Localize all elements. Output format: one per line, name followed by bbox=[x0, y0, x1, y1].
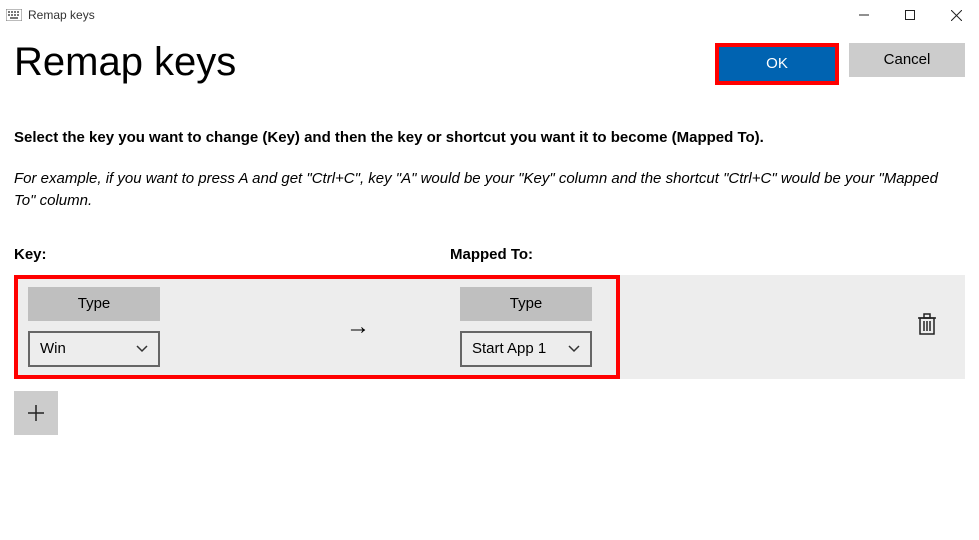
title-bar: Remap keys bbox=[0, 0, 979, 30]
key-dropdown[interactable]: Win bbox=[28, 331, 160, 367]
type-key-button[interactable]: Type bbox=[28, 287, 160, 321]
page-title: Remap keys bbox=[14, 40, 236, 85]
key-cell: Type Win bbox=[14, 287, 270, 367]
close-button[interactable] bbox=[933, 0, 979, 30]
cancel-button[interactable]: Cancel bbox=[849, 43, 965, 77]
maximize-button[interactable] bbox=[887, 0, 933, 30]
add-row-button[interactable] bbox=[14, 391, 58, 435]
window-controls bbox=[841, 0, 979, 30]
key-dropdown-value: Win bbox=[40, 340, 66, 357]
ok-button[interactable]: OK bbox=[719, 47, 835, 81]
column-header-mapped: Mapped To: bbox=[450, 246, 533, 263]
window-title: Remap keys bbox=[28, 8, 95, 22]
mapped-dropdown-value: Start App 1 bbox=[472, 340, 546, 357]
type-mapped-button[interactable]: Type bbox=[460, 287, 592, 321]
mapped-cell: Type Start App 1 bbox=[446, 287, 646, 367]
mapped-dropdown[interactable]: Start App 1 bbox=[460, 331, 592, 367]
column-header-key: Key: bbox=[14, 246, 450, 263]
chevron-down-icon bbox=[136, 342, 148, 356]
instruction-text: Select the key you want to change (Key) … bbox=[14, 127, 965, 148]
ok-button-highlight: OK bbox=[715, 43, 839, 85]
app-icon bbox=[6, 7, 22, 23]
minimize-button[interactable] bbox=[841, 0, 887, 30]
chevron-down-icon bbox=[568, 342, 580, 356]
example-text: For example, if you want to press A and … bbox=[14, 168, 954, 212]
delete-row-button[interactable] bbox=[917, 315, 937, 340]
mapping-row: Type Win → Type Start App 1 bbox=[14, 275, 965, 379]
arrow-icon: → bbox=[270, 313, 446, 341]
